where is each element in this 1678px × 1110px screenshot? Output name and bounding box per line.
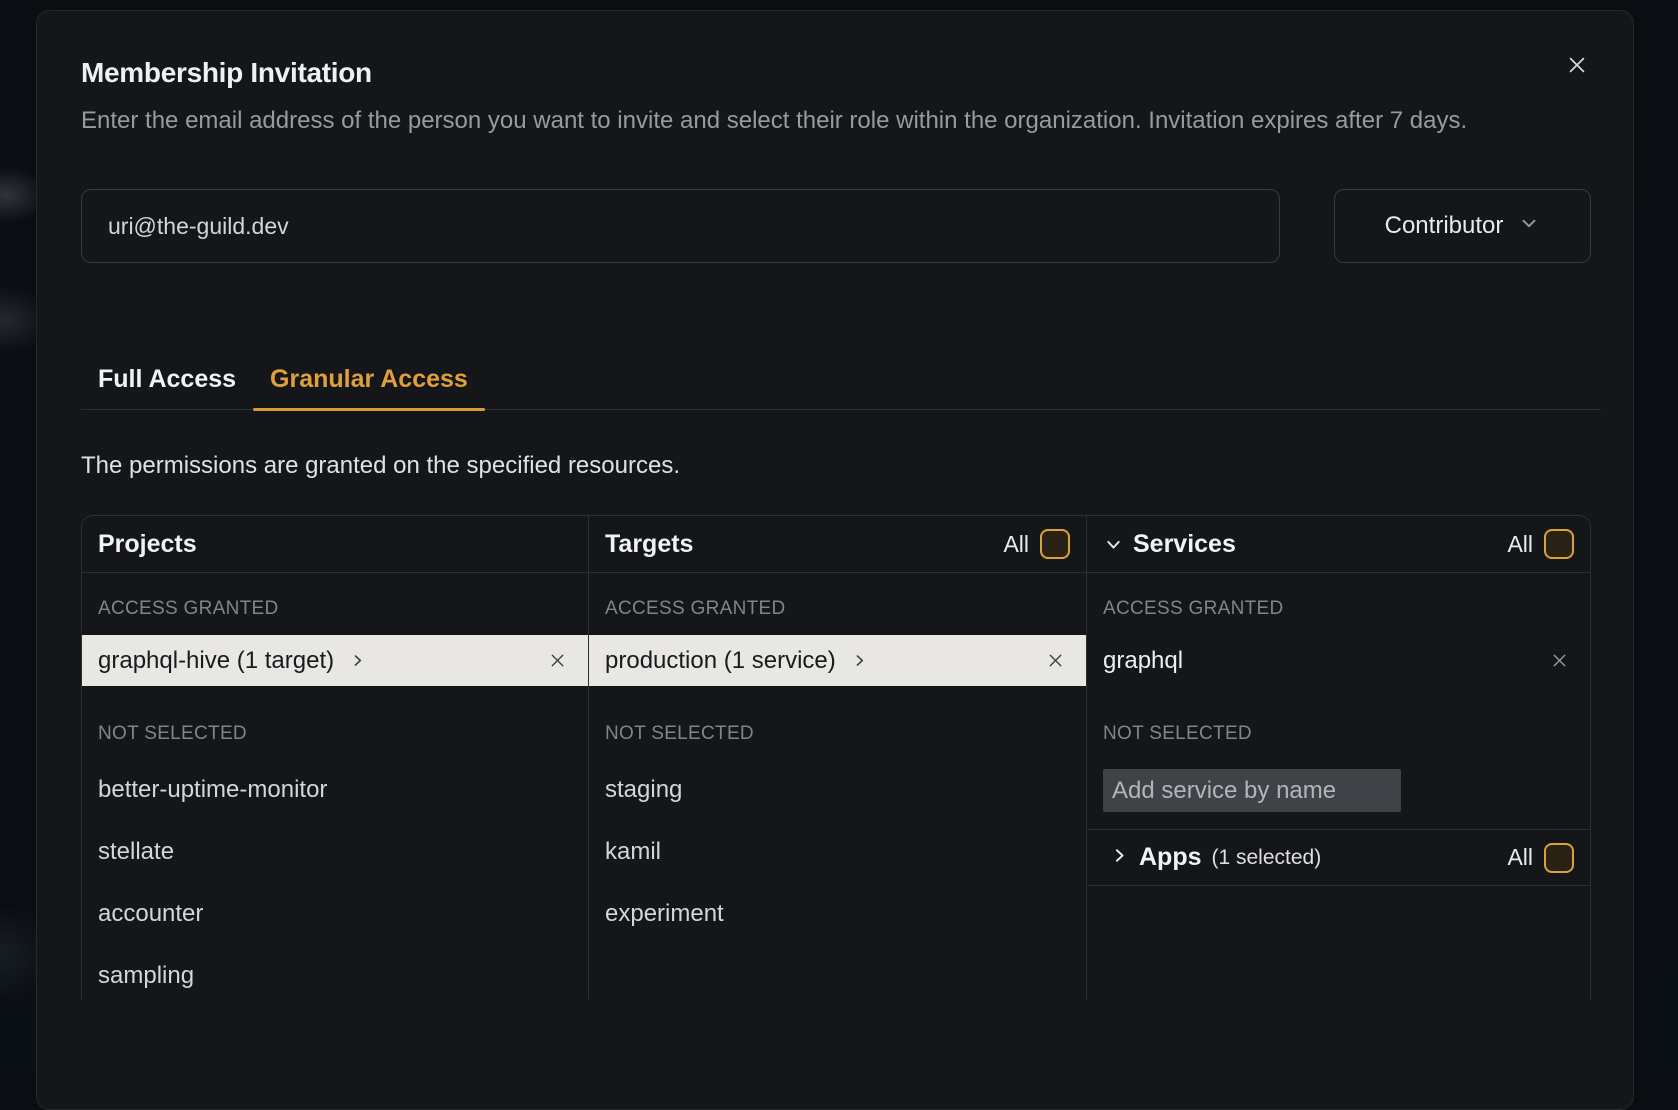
tab-granular-access[interactable]: Granular Access	[253, 365, 485, 409]
targets-granted-row[interactable]: production (1 service)	[589, 635, 1086, 686]
projects-granted-row[interactable]: graphql-hive (1 target)	[82, 635, 588, 686]
services-all-checkbox[interactable]	[1544, 529, 1574, 559]
tab-full-access[interactable]: Full Access	[81, 365, 253, 409]
list-item[interactable]: better-uptime-monitor	[82, 759, 588, 821]
projects-access-granted-label: ACCESS GRANTED	[98, 598, 572, 620]
targets-all-wrap: All	[1003, 529, 1070, 559]
list-item[interactable]: kamil	[589, 821, 1086, 883]
projects-header-label: Projects	[98, 530, 197, 559]
dialog-description: Enter the email address of the person yo…	[81, 102, 1589, 139]
services-all-label: All	[1507, 531, 1533, 558]
services-granted-row[interactable]: graphql	[1087, 635, 1590, 686]
dialog-title: Membership Invitation	[81, 11, 1589, 89]
close-button[interactable]	[1561, 51, 1593, 83]
apps-section-header[interactable]: Apps (1 selected) All	[1087, 830, 1590, 886]
services-not-selected-label: NOT SELECTED	[1103, 723, 1574, 745]
remove-service-icon[interactable]	[1549, 650, 1570, 671]
chevron-right-icon	[851, 652, 868, 669]
list-item[interactable]: stellate	[82, 821, 588, 883]
services-column: Services All ACCESS GRANTED graphql N	[1086, 516, 1590, 999]
remove-target-icon[interactable]	[1045, 650, 1066, 671]
services-granted-item-label: graphql	[1103, 647, 1183, 675]
projects-not-selected-label: NOT SELECTED	[98, 723, 572, 745]
projects-header: Projects	[82, 516, 588, 573]
invite-row: Contributor	[81, 189, 1591, 263]
chevron-down-icon[interactable]	[1103, 534, 1124, 555]
apps-all-checkbox[interactable]	[1544, 843, 1574, 873]
list-item[interactable]: staging	[589, 759, 1086, 821]
close-icon	[1563, 51, 1591, 84]
resources-panel: Projects ACCESS GRANTED graphql-hive (1 …	[81, 515, 1591, 999]
access-tabs: Full Access Granular Access	[81, 365, 1601, 410]
apps-all-wrap: All	[1507, 843, 1574, 873]
targets-all-label: All	[1003, 531, 1029, 558]
targets-not-selected-list: staging kamil experiment	[589, 759, 1086, 945]
role-select[interactable]: Contributor	[1334, 189, 1591, 263]
targets-column: Targets All ACCESS GRANTED production (1…	[588, 516, 1086, 999]
projects-not-selected-list: better-uptime-monitor stellate accounter…	[82, 759, 588, 999]
list-item[interactable]: sampling	[82, 945, 588, 999]
targets-access-granted-label: ACCESS GRANTED	[605, 598, 1070, 620]
projects-column: Projects ACCESS GRANTED graphql-hive (1 …	[82, 516, 588, 999]
projects-granted-item-label: graphql-hive (1 target)	[98, 647, 334, 675]
chevron-down-icon	[1518, 212, 1540, 241]
targets-header-label: Targets	[605, 530, 693, 559]
services-section: Services All ACCESS GRANTED graphql N	[1087, 516, 1590, 830]
services-header-label: Services	[1133, 530, 1236, 559]
list-item[interactable]: experiment	[589, 883, 1086, 945]
services-header[interactable]: Services All	[1087, 516, 1590, 573]
membership-invitation-dialog: Membership Invitation Enter the email ad…	[36, 10, 1634, 1110]
add-service-input[interactable]	[1103, 769, 1401, 812]
chevron-right-icon	[349, 652, 366, 669]
services-access-granted-label: ACCESS GRANTED	[1103, 598, 1574, 620]
targets-all-checkbox[interactable]	[1040, 529, 1070, 559]
email-field[interactable]	[81, 189, 1280, 263]
remove-project-icon[interactable]	[547, 650, 568, 671]
targets-not-selected-label: NOT SELECTED	[605, 723, 1070, 745]
permissions-note: The permissions are granted on the speci…	[81, 452, 1589, 480]
targets-granted-item-label: production (1 service)	[605, 647, 836, 675]
list-item[interactable]: accounter	[82, 883, 588, 945]
role-select-value: Contributor	[1385, 212, 1504, 240]
targets-header: Targets All	[589, 516, 1086, 573]
apps-all-label: All	[1507, 844, 1533, 871]
apps-header-label: Apps	[1139, 843, 1202, 872]
apps-selected-count: (1 selected)	[1212, 846, 1322, 870]
chevron-right-icon[interactable]	[1109, 845, 1130, 871]
services-all-wrap: All	[1507, 529, 1574, 559]
